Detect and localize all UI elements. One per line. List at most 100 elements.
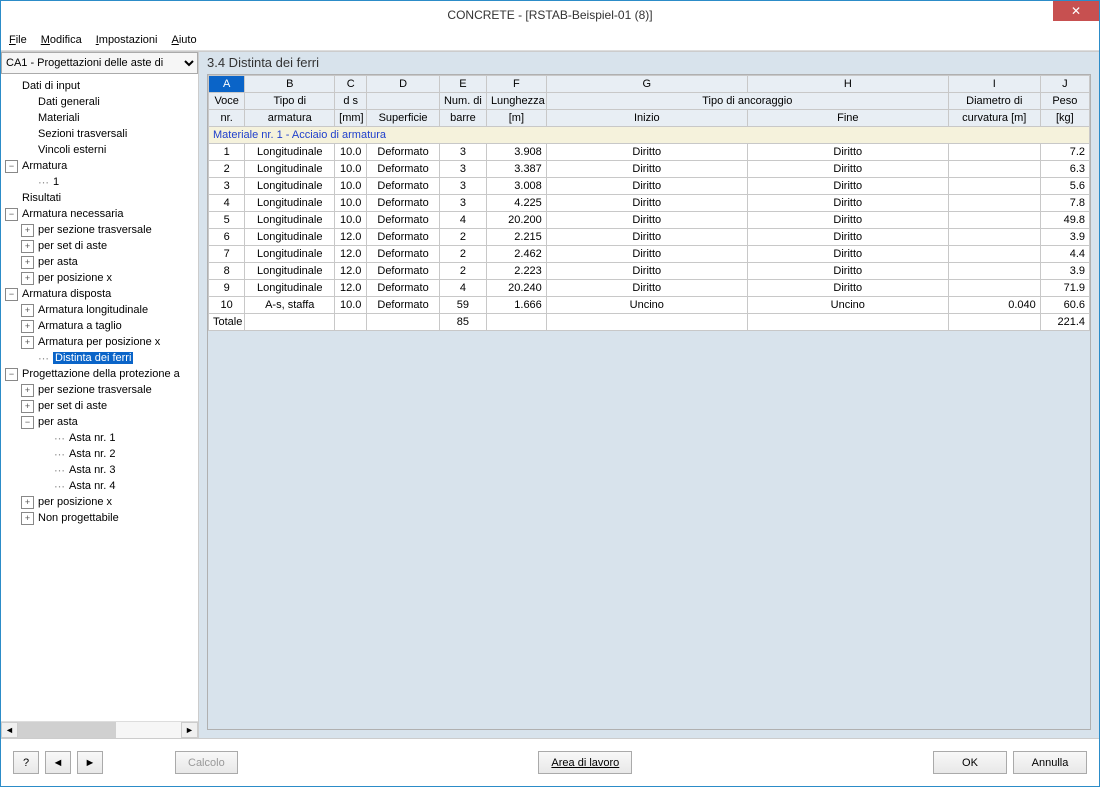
sidebar-hscroll[interactable]: ◄ ► bbox=[1, 721, 198, 738]
window: CONCRETE - [RSTAB-Beispiel-01 (8)] ✕ Fil… bbox=[0, 0, 1100, 787]
expand-icon[interactable]: + bbox=[21, 336, 34, 349]
col-header: Lunghezza bbox=[486, 93, 546, 110]
expand-icon[interactable]: + bbox=[21, 400, 34, 413]
table-row[interactable]: 9Longitudinale12.0Deformato420.240Diritt… bbox=[209, 280, 1090, 297]
ok-button[interactable]: OK bbox=[933, 751, 1007, 774]
tree-label: Dati generali bbox=[38, 96, 100, 108]
expand-icon[interactable]: + bbox=[21, 384, 34, 397]
scroll-track[interactable] bbox=[18, 722, 181, 738]
scroll-left-icon[interactable]: ◄ bbox=[1, 722, 18, 738]
col-header-letter[interactable]: J bbox=[1040, 76, 1089, 93]
scroll-right-icon[interactable]: ► bbox=[181, 722, 198, 738]
expand-icon[interactable]: + bbox=[21, 240, 34, 253]
expand-icon[interactable]: + bbox=[21, 512, 34, 525]
tree-item[interactable]: +per asta bbox=[1, 254, 198, 270]
tree-item[interactable]: ⋯Asta nr. 1 bbox=[1, 430, 198, 446]
tree-item[interactable]: + per set di aste bbox=[1, 238, 198, 254]
prev-button[interactable]: ◄ bbox=[45, 751, 71, 774]
col-header: Num. di bbox=[439, 93, 486, 110]
tree-item[interactable]: ⋯Asta nr. 2 bbox=[1, 446, 198, 462]
col-header-letter[interactable]: H bbox=[747, 76, 948, 93]
col-subheader: armatura bbox=[245, 110, 335, 127]
table-row[interactable]: 5Longitudinale10.0Deformato420.200Diritt… bbox=[209, 212, 1090, 229]
tree-item[interactable]: +Armatura a taglio bbox=[1, 318, 198, 334]
tree-item[interactable]: +Non progettabile bbox=[1, 510, 198, 526]
table-row[interactable]: 7Longitudinale12.0Deformato22.462Diritto… bbox=[209, 246, 1090, 263]
titlebar: CONCRETE - [RSTAB-Beispiel-01 (8)] ✕ bbox=[1, 1, 1099, 29]
tree-item[interactable]: + Armatura per posizione x bbox=[1, 334, 198, 350]
tree-item[interactable]: −Armatura bbox=[1, 158, 198, 174]
tree-item[interactable]: ⋯Distinta dei ferri bbox=[1, 350, 198, 366]
col-header-letter[interactable]: D bbox=[367, 76, 440, 93]
tree-item[interactable]: + per set di aste bbox=[1, 398, 198, 414]
expand-icon[interactable]: + bbox=[21, 496, 34, 509]
col-header-letter[interactable]: G bbox=[546, 76, 747, 93]
table-row[interactable]: 2Longitudinale10.0Deformato33.387Diritto… bbox=[209, 161, 1090, 178]
tree-label: per set di aste bbox=[38, 400, 107, 412]
tree-item[interactable]: ⋯1 bbox=[1, 174, 198, 190]
tree-label: per set di aste bbox=[38, 240, 107, 252]
tree-item[interactable]: Dati di input bbox=[1, 78, 198, 94]
tree-item[interactable]: −Armatura necessaria bbox=[1, 206, 198, 222]
table-row[interactable]: 4Longitudinale10.0Deformato34.225Diritto… bbox=[209, 195, 1090, 212]
table-row[interactable]: 8Longitudinale12.0Deformato22.223Diritto… bbox=[209, 263, 1090, 280]
tree-item[interactable]: Materiali bbox=[1, 110, 198, 126]
tree-label: Armatura per posizione x bbox=[38, 336, 160, 348]
grid-wrap[interactable]: ABCDEFGHIJVoceTipo did sNum. diLunghezza… bbox=[207, 74, 1091, 730]
tree-item[interactable]: +Armatura longitudinale bbox=[1, 302, 198, 318]
tree-item[interactable]: +per sezione trasversale bbox=[1, 382, 198, 398]
table-row[interactable]: 1Longitudinale10.0Deformato33.908Diritto… bbox=[209, 144, 1090, 161]
expand-icon[interactable]: − bbox=[21, 416, 34, 429]
workspace-button[interactable]: Area di lavoro bbox=[538, 751, 632, 774]
col-header: d s bbox=[335, 93, 367, 110]
tree-item[interactable]: +per posizione x bbox=[1, 494, 198, 510]
col-header-letter[interactable]: A bbox=[209, 76, 245, 93]
table-row[interactable]: 3Longitudinale10.0Deformato33.008Diritto… bbox=[209, 178, 1090, 195]
col-subheader: [m] bbox=[486, 110, 546, 127]
calc-button[interactable]: Calcolo bbox=[175, 751, 238, 774]
expand-icon[interactable]: + bbox=[21, 304, 34, 317]
table-row[interactable]: 10A-s, staffa10.0Deformato591.666UncinoU… bbox=[209, 297, 1090, 314]
close-button[interactable]: ✕ bbox=[1053, 1, 1099, 21]
expand-icon[interactable]: − bbox=[5, 160, 18, 173]
menu-help[interactable]: Aiuto bbox=[171, 34, 196, 46]
menu-modify[interactable]: Modifica bbox=[41, 34, 82, 46]
expand-icon[interactable]: − bbox=[5, 288, 18, 301]
tree-item[interactable]: ⋯Asta nr. 3 bbox=[1, 462, 198, 478]
tree-label: Asta nr. 3 bbox=[69, 464, 115, 476]
tree-item[interactable]: Dati generali bbox=[1, 94, 198, 110]
col-header-letter[interactable]: I bbox=[948, 76, 1040, 93]
col-header: Voce bbox=[209, 93, 245, 110]
tree-item[interactable]: −Armatura disposta bbox=[1, 286, 198, 302]
menu-settings[interactable]: Impostazioni bbox=[96, 34, 158, 46]
menu-file[interactable]: File bbox=[9, 34, 27, 46]
tree-item[interactable]: −Progettazione della protezione a bbox=[1, 366, 198, 382]
cancel-button[interactable]: Annulla bbox=[1013, 751, 1087, 774]
tree-item[interactable]: ⋯Asta nr. 4 bbox=[1, 478, 198, 494]
tree-item[interactable]: +per sezione trasversale bbox=[1, 222, 198, 238]
tree-label: per posizione x bbox=[38, 272, 112, 284]
col-header-letter[interactable]: B bbox=[245, 76, 335, 93]
col-header-letter[interactable]: E bbox=[439, 76, 486, 93]
expand-icon[interactable]: + bbox=[21, 272, 34, 285]
col-subheader: Inizio bbox=[546, 110, 747, 127]
nav-tree: Dati di input Dati generali MaterialiSezio… bbox=[1, 74, 198, 721]
tree-item[interactable]: −per asta bbox=[1, 414, 198, 430]
tree-item[interactable]: Vincoli esterni bbox=[1, 142, 198, 158]
expand-icon[interactable]: + bbox=[21, 320, 34, 333]
tree-item[interactable]: + per posizione x bbox=[1, 270, 198, 286]
expand-icon[interactable]: − bbox=[5, 368, 18, 381]
expand-icon[interactable]: + bbox=[21, 256, 34, 269]
expand-icon[interactable]: − bbox=[5, 208, 18, 221]
tree-item[interactable]: Risultati bbox=[1, 190, 198, 206]
case-selector[interactable]: CA1 - Progettazioni delle aste di bbox=[1, 52, 198, 74]
expand-icon[interactable]: + bbox=[21, 224, 34, 237]
col-header-letter[interactable]: F bbox=[486, 76, 546, 93]
help-button[interactable]: ? bbox=[13, 751, 39, 774]
next-button[interactable]: ► bbox=[77, 751, 103, 774]
col-header-letter[interactable]: C bbox=[335, 76, 367, 93]
col-header bbox=[367, 93, 440, 110]
tree-item[interactable]: Sezioni trasversali bbox=[1, 126, 198, 142]
table-row[interactable]: 6Longitudinale12.0Deformato22.215Diritto… bbox=[209, 229, 1090, 246]
scroll-thumb[interactable] bbox=[18, 722, 116, 738]
